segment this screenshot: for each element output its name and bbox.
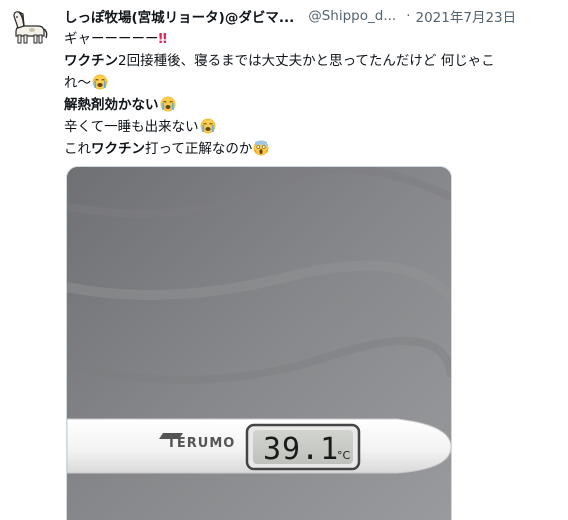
thermometer-brand: TERUMO (167, 436, 235, 451)
tweet-line-4-text: 解熱剤効かない (64, 97, 159, 113)
tweet-header: しっぽ牧場(宮城リョータ)@ダビマ... @Shippo_d... · 2021… (64, 6, 516, 26)
terumo-logo: TERUMO (159, 433, 235, 451)
tweet-line-6-bold: ワクチン (91, 141, 145, 157)
tweet-line-6-pre: これ (64, 141, 91, 157)
temperature-unit: °C (337, 449, 351, 462)
header-separator: · (406, 8, 411, 24)
display-name[interactable]: しっぽ牧場(宮城リョータ)@ダビマ... (64, 6, 294, 26)
thermometer-photo: TERUMO 39.1 °C (67, 167, 451, 520)
tweet-line-1: ギャーーーーー‼ (64, 28, 558, 50)
tweet-line-2-text: 2回接種後、寝るまでは大丈夫かと思ってたんだけど 何じゃこ (118, 53, 495, 69)
face-screaming-in-fear-icon (253, 140, 269, 156)
tweet-line-4: 解熱剤効かない (64, 94, 558, 116)
user-handle[interactable]: @Shippo_d... (308, 8, 396, 24)
tweet-line-3-text: れ〜 (64, 75, 91, 91)
tweet-line-1-text: ギャーーーーー (64, 31, 159, 47)
tweet-text: ギャーーーーー‼ ワクチン2回接種後、寝るまでは大丈夫かと思ってたんだけど 何じ… (64, 28, 558, 160)
loudly-crying-face-icon (160, 96, 175, 112)
tweet-photo[interactable]: TERUMO 39.1 °C (66, 166, 452, 520)
avatar[interactable] (8, 6, 50, 48)
tweet-line-2-bold: ワクチン (64, 53, 118, 69)
double-exclamation-icon: ‼ (158, 31, 168, 47)
horse-avatar-icon (8, 6, 50, 48)
tweet-date[interactable]: 2021年7月23日 (416, 6, 517, 26)
temperature-reading: 39.1 (263, 432, 339, 467)
tweet-line-6: これワクチン打って正解なのか (64, 138, 558, 160)
tweet-line-5-text: 辛くて一睡も出来ない (64, 119, 199, 135)
tweet-line-3: れ〜 (64, 72, 558, 94)
tweet-line-5: 辛くて一睡も出来ない (64, 116, 558, 138)
tweet-line-2: ワクチン2回接種後、寝るまでは大丈夫かと思ってたんだけど 何じゃこ (64, 50, 558, 72)
loudly-crying-face-icon (92, 74, 108, 90)
tweet-line-6-post: 打って正解なのか (145, 141, 253, 157)
loudly-crying-face-icon (200, 118, 216, 134)
tweet: しっぽ牧場(宮城リョータ)@ダビマ... @Shippo_d... · 2021… (0, 0, 568, 520)
